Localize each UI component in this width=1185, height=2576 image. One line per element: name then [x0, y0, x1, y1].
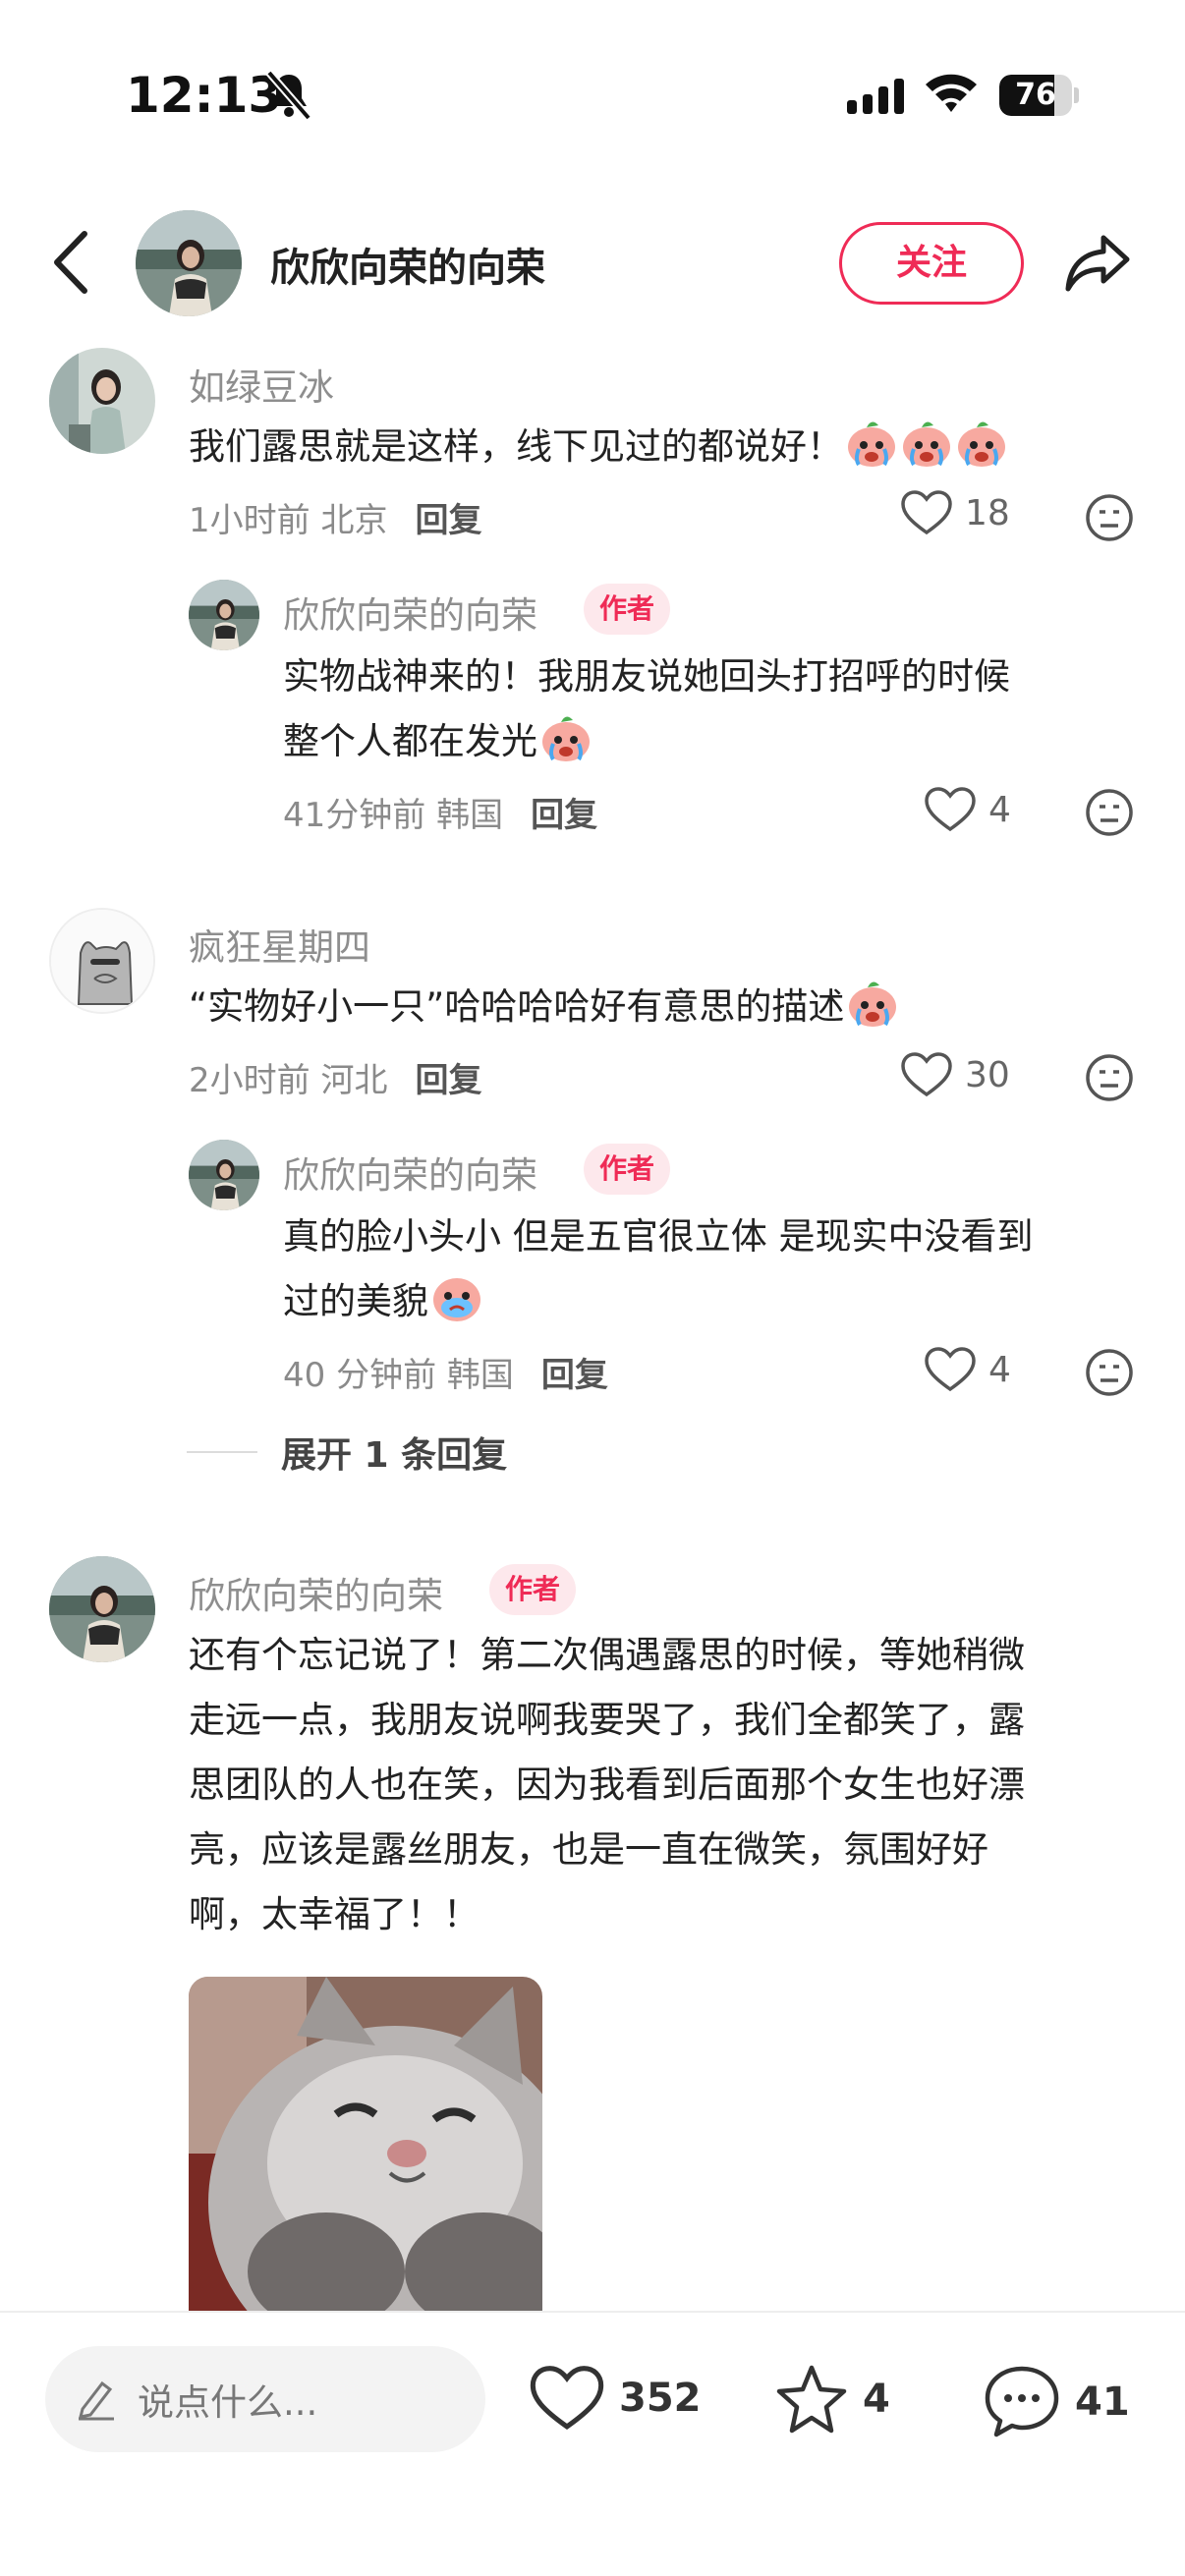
like-button[interactable]: 30: [900, 1051, 1010, 1098]
expand-replies-label: 展开 1 条回复: [281, 1435, 508, 1476]
heart-icon: [925, 787, 976, 832]
bottom-action-bar: 说点什么... 352 4 41: [0, 2311, 1185, 2576]
reply-text-line: 真的脸小头小 但是五官很立体 是现实中没看到: [283, 1215, 1034, 1258]
reply-time: 40 分钟前: [283, 1356, 437, 1395]
reply-button[interactable]: 回复: [415, 1061, 481, 1100]
comment-input[interactable]: 说点什么...: [45, 2346, 485, 2452]
commenter-avatar[interactable]: [49, 348, 155, 454]
expand-replies-button[interactable]: 展开 1 条回复: [187, 1427, 507, 1478]
crying-peach-emoji-icon: [848, 421, 895, 467]
comment-text-content: 我们露思就是这样，线下见过的都说好！: [189, 425, 843, 468]
author-name[interactable]: 欣欣向荣的向荣: [270, 236, 545, 293]
comment-bubble-icon: [985, 2366, 1059, 2437]
pencil-icon: [78, 2380, 114, 2421]
heart-icon: [901, 1052, 952, 1097]
crying-peach-emoji-icon: [903, 421, 950, 467]
dislike-face-icon[interactable]: [1085, 1348, 1134, 1397]
comment-username[interactable]: 欣欣向荣的向荣: [189, 1566, 443, 1619]
reply-location: 韩国: [436, 796, 504, 835]
heart-icon: [925, 1347, 976, 1392]
reply-text: 实物战神来的！我朋友说她回头打招呼的时候 整个人都在发光: [283, 644, 1010, 774]
comment-text-line: 思团队的人也在笑，因为我看到后面那个女生也好漂: [189, 1764, 1025, 1806]
follow-button[interactable]: 关注: [839, 222, 1024, 305]
star-icon: [776, 2365, 847, 2434]
heart-icon: [530, 2366, 604, 2430]
reply-avatar[interactable]: [189, 580, 259, 650]
comment-text-line: 啊，太幸福了！！: [189, 1893, 480, 1935]
reply-text-line: 整个人都在发光: [283, 720, 537, 762]
reply-text: 真的脸小头小 但是五官很立体 是现实中没看到 过的美貌: [283, 1204, 1034, 1334]
dislike-face-icon[interactable]: [1085, 1053, 1134, 1102]
like-button[interactable]: 4: [924, 1346, 1011, 1393]
like-button[interactable]: 18: [900, 489, 1010, 536]
reply-time: 41分钟前: [283, 796, 426, 835]
reply-meta: 41分钟前 韩国 回复: [283, 788, 597, 836]
comment-text-line: 走远一点，我朋友说啊我要哭了，我们全都笑了，露: [189, 1699, 1025, 1741]
commenter-avatar[interactable]: [49, 908, 155, 1014]
crying-peach-emoji-icon: [542, 716, 590, 761]
post-comment-count: 41: [1075, 2380, 1130, 2425]
status-bar: 12:13 76: [0, 0, 1185, 187]
comment-input-placeholder: 说点什么...: [138, 2381, 318, 2424]
reply-meta: 40 分钟前 韩国 回复: [283, 1348, 608, 1396]
comment-time: 2小时前: [189, 1061, 310, 1100]
post-favorite-button[interactable]: 4: [774, 2364, 890, 2435]
bell-muted-icon: [265, 70, 312, 121]
author-tag: 作者: [584, 1144, 671, 1195]
cellular-signal-icon: [847, 79, 904, 114]
dislike-face-icon[interactable]: [1085, 788, 1134, 837]
commenter-avatar[interactable]: [49, 1556, 155, 1662]
post-comment-button[interactable]: 41: [983, 2364, 1130, 2440]
comment-time: 1小时前: [189, 501, 310, 540]
divider: [187, 1451, 257, 1453]
like-count: 4: [988, 789, 1011, 830]
reply-username[interactable]: 欣欣向荣的向荣: [283, 1146, 537, 1199]
comment-text: 我们露思就是这样，线下见过的都说好！: [189, 415, 1008, 479]
crying-peach-emoji-icon: [849, 981, 897, 1027]
battery-level: 76: [1015, 78, 1056, 112]
wifi-icon: [926, 74, 977, 112]
author-tag: 作者: [584, 584, 671, 635]
comment-text-content: “实物好小一只”哈哈哈哈好有意思的描述: [189, 985, 845, 1028]
like-count: 4: [988, 1349, 1011, 1390]
reply-username[interactable]: 欣欣向荣的向荣: [283, 586, 537, 639]
crying-face-emoji-icon: [433, 1278, 480, 1321]
comment-image-cat[interactable]: [189, 1977, 542, 2311]
reply-button[interactable]: 回复: [531, 796, 597, 835]
comment-text: “实物好小一只”哈哈哈哈好有意思的描述: [189, 975, 899, 1039]
comment-text-line: 还有个忘记说了！第二次偶遇露思的时候，等她稍微: [189, 1634, 1025, 1676]
share-icon[interactable]: [1064, 232, 1133, 293]
reply-text-line: 实物战神来的！我朋友说她回头打招呼的时候: [283, 655, 1010, 698]
comment-username[interactable]: 疯狂星期四: [189, 918, 370, 971]
reply-button[interactable]: 回复: [541, 1356, 608, 1395]
post-like-count: 352: [619, 2376, 702, 2421]
post-like-button[interactable]: 352: [529, 2364, 702, 2433]
reply-avatar[interactable]: [189, 1140, 259, 1210]
crying-peach-emoji-icon: [958, 421, 1005, 467]
comment-location: 北京: [320, 501, 388, 540]
back-arrow-icon[interactable]: [51, 230, 90, 295]
comment-text-line: 亮，应该是露丝朋友，也是一直在微笑，氛围好好: [189, 1828, 988, 1871]
author-avatar[interactable]: [136, 210, 242, 316]
comment-location: 河北: [320, 1061, 388, 1100]
heart-icon: [901, 490, 952, 535]
status-time: 12:13: [126, 67, 283, 124]
comment-text: 还有个忘记说了！第二次偶遇露思的时候，等她稍微 走远一点，我朋友说啊我要哭了，我…: [189, 1623, 1025, 1947]
battery-icon: 76: [999, 75, 1079, 116]
comment-meta: 1小时前 北京 回复: [189, 493, 481, 541]
like-button[interactable]: 4: [924, 786, 1011, 833]
author-tag: 作者: [489, 1564, 577, 1615]
comment-meta: 2小时前 河北 回复: [189, 1053, 481, 1101]
reply-button[interactable]: 回复: [415, 501, 481, 540]
dislike-face-icon[interactable]: [1085, 493, 1134, 542]
reply-location: 韩国: [446, 1356, 514, 1395]
like-count: 30: [965, 1054, 1010, 1095]
post-header: 欣欣向荣的向荣 关注: [0, 196, 1185, 334]
reply-text-line: 过的美貌: [283, 1280, 428, 1322]
comment-username[interactable]: 如绿豆冰: [189, 358, 334, 411]
post-favorite-count: 4: [863, 2377, 890, 2422]
like-count: 18: [965, 492, 1010, 533]
